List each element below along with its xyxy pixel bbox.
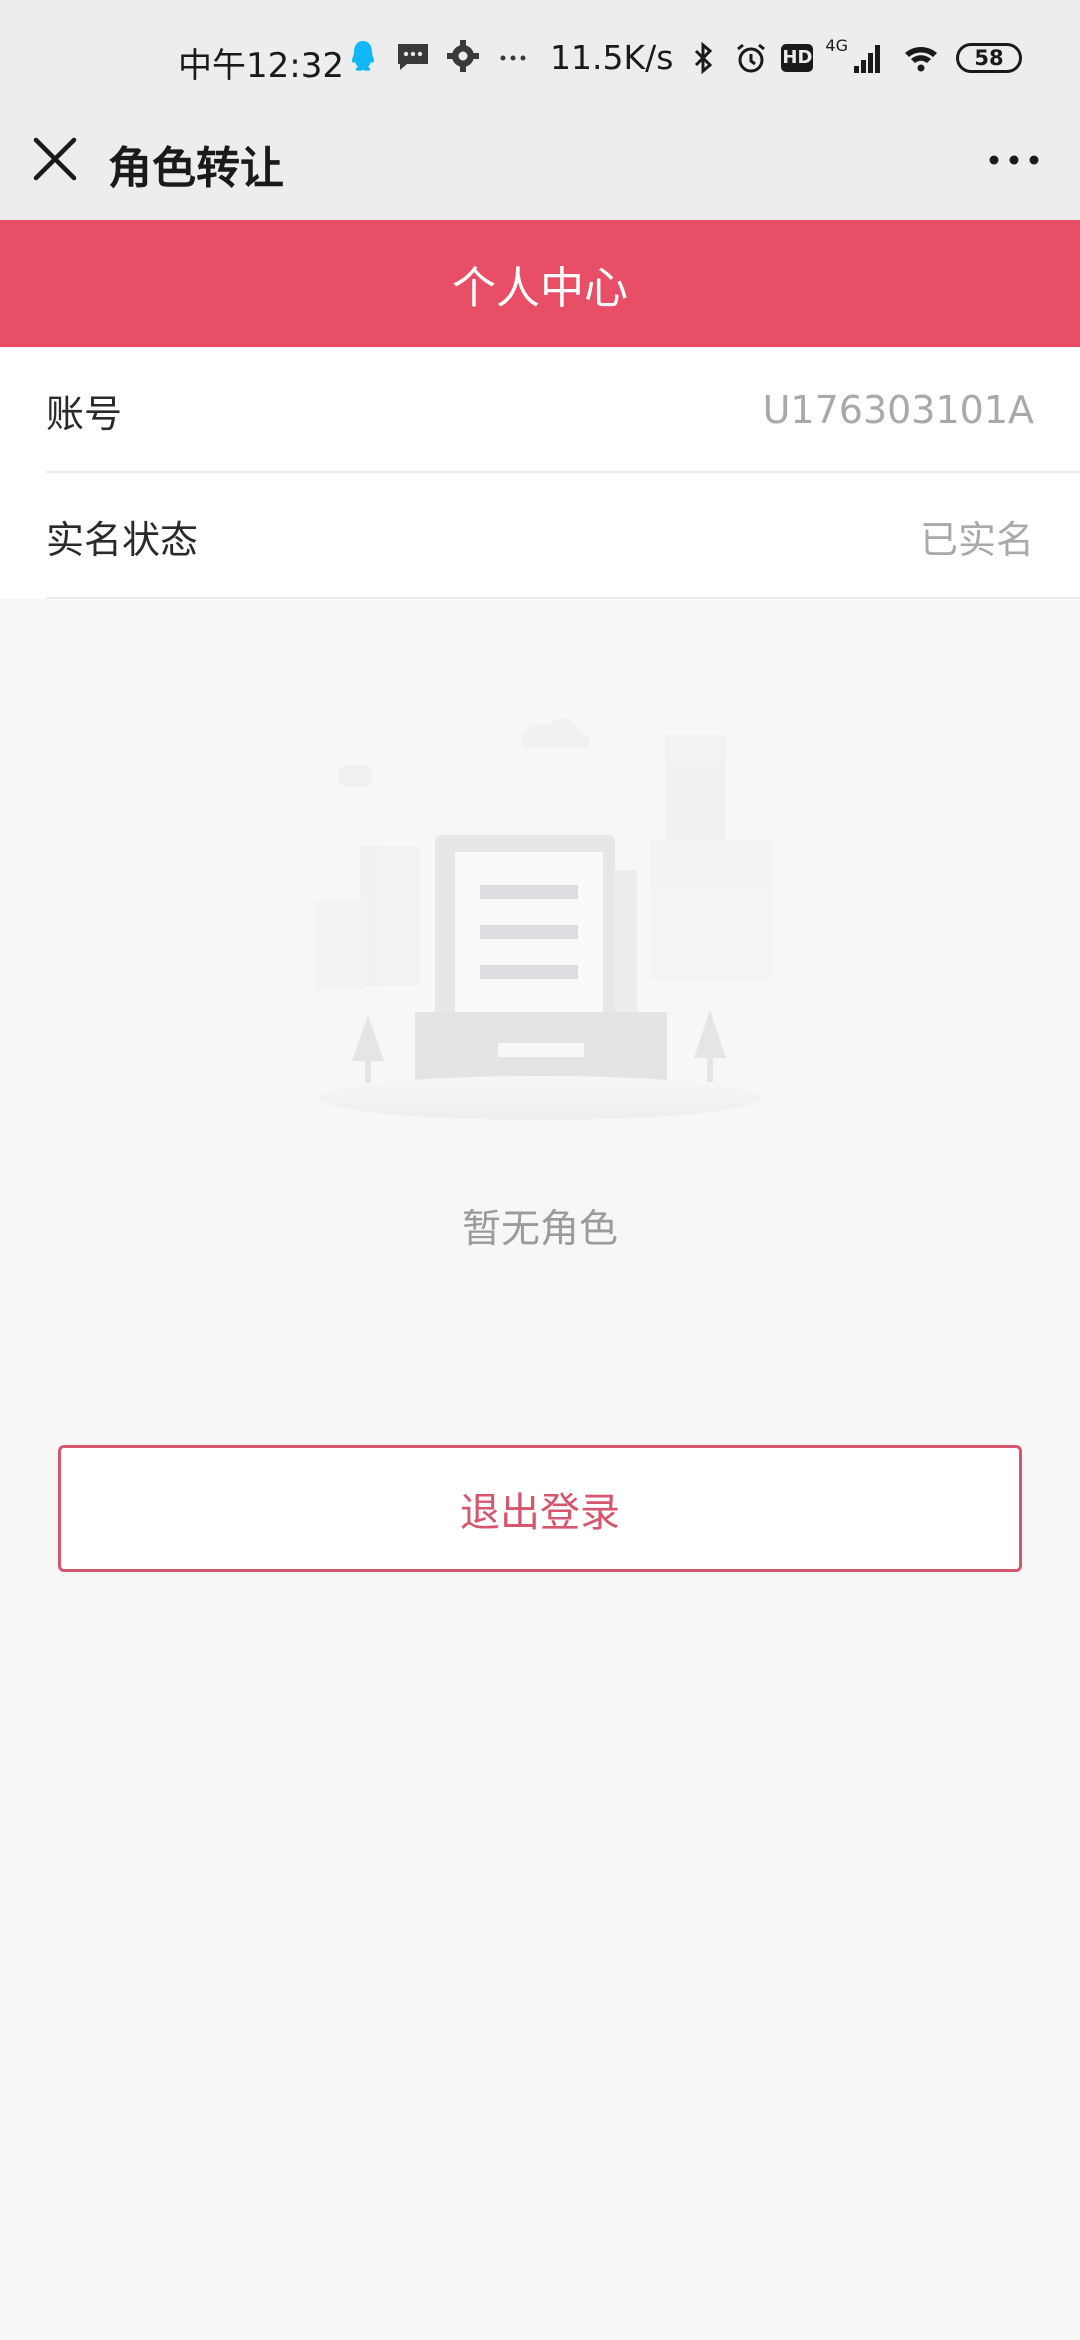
alarm-icon: [737, 43, 766, 72]
status-system-icons: 11.5K/s HD 4G 58: [549, 36, 1022, 77]
close-icon[interactable]: [28, 132, 82, 186]
network-type: 4G: [825, 36, 848, 55]
verification-label: 实名状态: [46, 517, 199, 562]
header-banner: 个人中心: [0, 220, 1080, 347]
empty-state-text: 暂无角色: [461, 1207, 618, 1252]
status-time: 中午12:32: [178, 46, 344, 86]
network-speed: 11.5K/s: [549, 38, 674, 77]
qq-icon: [352, 41, 374, 71]
account-label: 账号: [46, 391, 123, 436]
more-options-icon[interactable]: [984, 140, 1044, 180]
account-row: 账号 U176303101A: [0, 347, 1080, 473]
logout-label: 退出登录: [460, 1489, 620, 1536]
battery-indicator: 58: [956, 42, 1022, 73]
status-notification-icons: [345, 38, 531, 74]
message-icon: [398, 44, 428, 70]
account-info-list: 账号 U176303101A 实名状态 已实名: [0, 347, 1080, 599]
page-title: 角色转让: [108, 143, 284, 194]
more-notifications-icon: [500, 55, 526, 61]
verification-row: 实名状态 已实名: [0, 473, 1080, 599]
logout-button[interactable]: 退出登录: [58, 1445, 1022, 1572]
title-bar: 角色转让: [0, 118, 1080, 220]
verification-value: 已实名: [919, 517, 1034, 562]
account-value: U176303101A: [762, 388, 1034, 432]
empty-state-illustration: [315, 718, 770, 1120]
signal-icon: [854, 44, 880, 73]
bluetooth-icon: [695, 41, 713, 74]
wifi-icon: [905, 46, 937, 71]
hd-icon: HD: [781, 43, 814, 72]
status-bar: 中午12:32 11.5K/s HD 4G 58: [0, 0, 1080, 118]
settings-gear-icon: [447, 40, 479, 72]
banner-title: 个人中心: [452, 262, 628, 314]
